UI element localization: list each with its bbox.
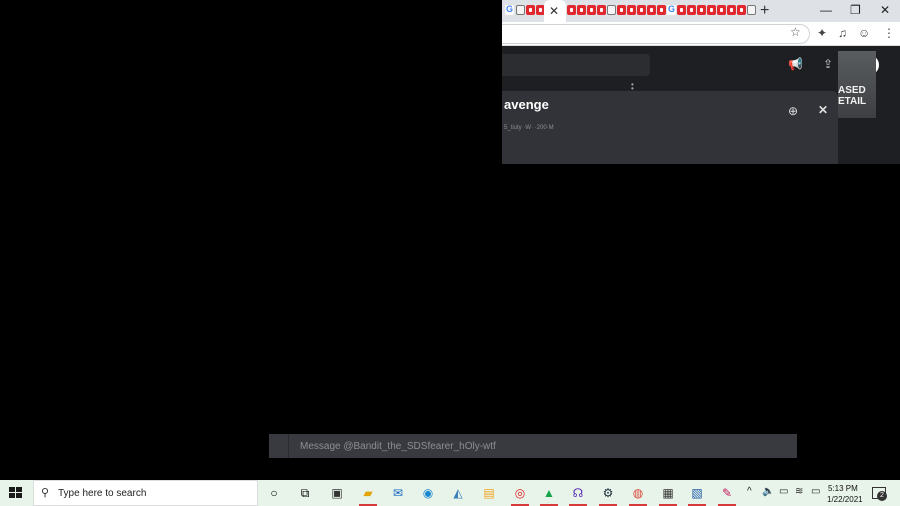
close-window-button[interactable]: ✕ <box>880 2 890 18</box>
youtube-icon[interactable] <box>597 5 606 15</box>
paint-icon[interactable]: ✎ <box>716 483 738 506</box>
notes-icon[interactable]: ▤ <box>478 483 500 503</box>
youtube-icon[interactable] <box>627 5 636 15</box>
youtube-icon[interactable] <box>737 5 746 15</box>
battery-icon[interactable]: ▭ <box>811 486 820 497</box>
youtube-icon[interactable] <box>727 5 736 15</box>
restore-button[interactable]: ❐ <box>850 2 861 18</box>
add-reaction-icon[interactable]: ⊕ <box>788 104 798 118</box>
taskbar-search[interactable]: ⚲ Type here to search <box>33 480 258 506</box>
app-icon[interactable]: ◭ <box>447 483 469 503</box>
windows-start-icon[interactable] <box>6 485 26 501</box>
search-icon: ⚲ <box>41 487 50 499</box>
pinned-tab-icon[interactable] <box>607 5 616 15</box>
download-stack-icon[interactable]: ⇪ <box>823 57 833 71</box>
active-tab[interactable]: ✕ <box>544 0 566 22</box>
youtube-icon[interactable] <box>697 5 706 15</box>
profile-icon[interactable]: ☺ <box>858 26 870 40</box>
youtube-icon[interactable] <box>577 5 586 15</box>
bookmark-star-icon[interactable]: ☆ <box>790 25 801 39</box>
youtube-icon[interactable] <box>657 5 666 15</box>
media-control-icon[interactable]: ♫ <box>838 26 847 40</box>
youtube-icon[interactable] <box>717 5 726 15</box>
youtube-icon[interactable] <box>526 5 535 15</box>
green-app-icon[interactable]: ▲ <box>538 483 560 506</box>
tab-strip: G ✕ G + — ❐ ✕ <box>502 0 900 22</box>
close-tab-icon[interactable]: ✕ <box>549 3 559 19</box>
steam-icon[interactable]: ⚙ <box>597 483 619 506</box>
message-input[interactable] <box>300 439 780 453</box>
new-tab-button[interactable]: + <box>760 2 769 20</box>
search-input[interactable] <box>502 54 650 76</box>
document-app-icon[interactable]: ▧ <box>686 483 708 506</box>
menu-icon[interactable]: ⋮ <box>883 26 895 40</box>
minimize-button[interactable]: — <box>820 2 832 18</box>
youtube-icon[interactable] <box>647 5 656 15</box>
gmail-g-icon[interactable]: G <box>667 5 676 15</box>
browser-toolbar: ☆ ✦ ♫ ☺ ⋮ <box>502 22 900 46</box>
thumbnail-text: ASED ETAIL <box>838 85 867 107</box>
notification-badge: 2 <box>877 491 887 501</box>
youtube-icon[interactable] <box>637 5 646 15</box>
popup-subtitle: 5_tiuty ·W· ·200·M <box>504 125 554 131</box>
media-app-icon[interactable]: ◎ <box>509 483 531 506</box>
display-icon[interactable]: ▭ <box>779 486 788 497</box>
cortana-icon[interactable]: ○ <box>263 483 285 503</box>
pinned-tab-icon[interactable] <box>747 5 756 15</box>
youtube-icon[interactable] <box>617 5 626 15</box>
desktop-screen: G ✕ G + — ❐ ✕ ☆ ✦ ♫ ☺ ⋮ 📢 ⇪ • • avenge 5… <box>0 0 900 506</box>
pinned-tab-icon[interactable] <box>516 5 525 15</box>
message-bar <box>269 434 797 458</box>
volume-icon[interactable]: 🔈 <box>762 486 774 497</box>
taskbar: ⚲ Type here to search ○ ⧉ ▣ ▰ ✉ ◉ ◭ ▤ ◎ … <box>0 480 900 506</box>
edge-icon[interactable]: ◉ <box>417 483 439 503</box>
calculator-icon[interactable]: ▦ <box>657 483 679 506</box>
youtube-icon[interactable] <box>687 5 696 15</box>
clock-date[interactable]: 1/22/2021 <box>827 495 863 504</box>
megaphone-icon[interactable]: 📢 <box>788 57 803 71</box>
youtube-icon[interactable] <box>707 5 716 15</box>
popup-title: avenge <box>504 97 549 112</box>
task-view-icon[interactable]: ⧉ <box>294 483 316 503</box>
youtube-icon[interactable] <box>567 5 576 15</box>
clock-time[interactable]: 5:13 PM <box>828 484 858 493</box>
file-explorer-icon[interactable]: ▰ <box>357 483 379 506</box>
gmail-g-icon[interactable]: G <box>505 5 514 15</box>
headphones-icon[interactable]: ☊ <box>567 483 589 506</box>
browser-window: G ✕ G + — ❐ ✕ ☆ ✦ ♫ ☺ ⋮ 📢 ⇪ • • avenge 5… <box>502 0 900 164</box>
search-placeholder: Type here to search <box>58 488 147 499</box>
video-thumbnail[interactable]: ASED ETAIL <box>838 51 876 118</box>
wifi-icon[interactable]: ≋ <box>795 486 803 497</box>
mail-icon[interactable]: ✉ <box>387 483 409 503</box>
divider <box>288 434 289 458</box>
address-bar[interactable] <box>502 24 810 44</box>
chrome-icon[interactable]: ◍ <box>627 483 649 506</box>
store-icon[interactable]: ▣ <box>326 483 348 503</box>
extensions-icon[interactable]: ✦ <box>817 26 827 40</box>
chevron-up-icon[interactable]: ^ <box>747 486 752 497</box>
activity-popup: avenge 5_tiuty ·W· ·200·M ⊕ ✕ <box>502 91 838 164</box>
youtube-icon[interactable] <box>677 5 686 15</box>
close-icon[interactable]: ✕ <box>818 103 828 117</box>
drag-handle-icon[interactable]: • • <box>631 81 634 93</box>
youtube-icon[interactable] <box>587 5 596 15</box>
